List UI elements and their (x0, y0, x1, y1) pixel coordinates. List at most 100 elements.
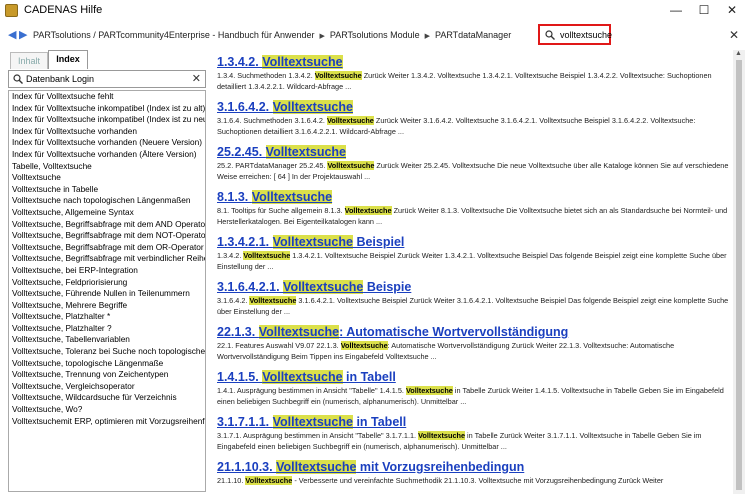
sidebar: Inhalt Index Datenbank Login ✕ Index für… (6, 50, 206, 494)
index-list-item[interactable]: Volltextsuche, bei ERP-Integration (9, 265, 205, 277)
snippet-prefix: 3.1.6.4. Suchmethoden 3.1.6.4.2. (217, 116, 327, 125)
result-title-rest: in Tabell (352, 415, 407, 429)
index-list-item[interactable]: Volltextsuche, Wo? (9, 404, 205, 416)
index-list-item[interactable]: Volltextsuche, Platzhalter * (9, 311, 205, 323)
tab-index[interactable]: Index (48, 50, 88, 69)
snippet-hit: Volltextsuche (344, 206, 392, 215)
snippet-hit: Volltextsuche (243, 251, 291, 260)
index-search-value: Datenbank Login (26, 74, 95, 84)
snippet-hit: Volltextsuche (418, 431, 466, 440)
index-list-item[interactable]: Volltextsuche, Führende Nullen in Teilen… (9, 288, 205, 300)
index-list-item[interactable]: Index für Volltextsuche inkompatibel (In… (9, 114, 205, 126)
index-list-item[interactable]: Index für Volltextsuche vorhanden (9, 126, 205, 138)
snippet-rest: - Verbesserte und vereinfachte Suchmetho… (292, 476, 664, 485)
index-list-item[interactable]: Volltextsuche in Tabelle (9, 184, 205, 196)
breadcrumb-item-handbuch[interactable]: PARTsolutions / PARTcommunity4Enterprise… (33, 30, 314, 40)
index-list-item[interactable]: Volltextsuche, Trennung von Zeichentypen (9, 369, 205, 381)
index-list-item[interactable]: Index für Volltextsuche vorhanden (Älter… (9, 149, 205, 161)
index-list-item[interactable]: Volltextsuche (9, 172, 205, 184)
index-list-item[interactable]: Volltextsuche, Vergleichsoperator (9, 381, 205, 393)
scroll-up-icon[interactable]: ▲ (735, 50, 742, 57)
result-title-number: 1.3.4.2. (217, 55, 263, 69)
index-list-item[interactable]: Volltextsuche, Allgemeine Syntax (9, 207, 205, 219)
result-title-link[interactable]: 1.4.1.5. Volltextsuche in Tabell (217, 370, 729, 384)
clear-search-icon[interactable]: ✕ (729, 28, 739, 42)
search-result: 3.1.7.1.1. Volltextsuche in Tabell 3.1.7.… (217, 415, 729, 452)
breadcrumb-separator-icon: ▶ (319, 33, 325, 40)
back-arrow-icon[interactable]: ◀ (8, 28, 16, 41)
result-title-hit: Volltextsuche (272, 235, 353, 249)
result-title-link[interactable]: 3.1.7.1.1. Volltextsuche in Tabell (217, 415, 729, 429)
result-title-rest: : Automatische Wortvervollständigung (339, 325, 569, 339)
index-list-item[interactable]: Volltextsuche, Begriffsabfrage mit dem O… (9, 242, 205, 254)
result-title-link[interactable]: 25.2.45. Volltextsuche (217, 145, 729, 159)
result-title-number: 21.1.10.3. (217, 460, 277, 474)
index-list-item[interactable]: Volltextsuche, Mehrere Begriffe (9, 300, 205, 312)
search-result: 1.3.4.2. Volltextsuche 1.3.4. Suchmethode… (217, 55, 729, 92)
search-input[interactable]: volltextsuche (538, 24, 612, 45)
result-snippet: 25.2. PARTdataManager 25.2.45. Volltexts… (217, 161, 729, 182)
search-icon (13, 74, 23, 84)
close-button[interactable]: ✕ (714, 0, 750, 22)
index-list-item[interactable]: Volltextsuche, Feldpriorisierung (9, 277, 205, 289)
result-title-link[interactable]: 22.1.3. Volltextsuche: Automatische Wort… (217, 325, 729, 339)
snippet-prefix: 3.1.7.1. Ausprägung bestimmen in Ansicht… (217, 431, 419, 440)
breadcrumb-item-module[interactable]: PARTsolutions Module (330, 30, 420, 40)
window-title: CADENAS Hilfe (24, 4, 103, 16)
result-title-number: 3.1.6.4.2. (217, 100, 273, 114)
search-result: 1.3.4.2.1. Volltextsuche Beispiel 1.3.4.2… (217, 235, 729, 272)
result-title-hit: Volltextsuche (283, 280, 364, 294)
index-list-item[interactable]: Volltextsuche, Tabellenvariablen (9, 334, 205, 346)
index-list[interactable]: Index für Volltextsuche fehlt Index für V… (8, 90, 206, 492)
snippet-hit: Volltextsuche (326, 116, 374, 125)
result-title-number: 25.2.45. (217, 145, 266, 159)
scrollbar[interactable]: ▲ (733, 50, 745, 494)
result-title-link[interactable]: 3.1.6.4.2.1. Volltextsuche Beispie (217, 280, 729, 294)
title-bar: CADENAS Hilfe — ☐ ✕ (0, 0, 750, 22)
result-snippet: 21.1.10. Volltextsuche - Verbesserte und… (217, 476, 729, 487)
snippet-hit: Volltextsuche (245, 476, 293, 485)
result-title-link[interactable]: 8.1.3. Volltextsuche (217, 190, 729, 204)
index-list-item[interactable]: Tabelle, Volltextsuche (9, 161, 205, 173)
index-list-item[interactable]: Volltextsuche, Wildcardsuche für Verzeic… (9, 392, 205, 404)
snippet-hit: Volltextsuche (314, 71, 362, 80)
index-list-item[interactable]: Volltextsuche, topologische Längenmaße (9, 358, 205, 370)
tab-inhalt[interactable]: Inhalt (10, 52, 48, 69)
result-title-number: 3.1.6.4.2.1. (217, 280, 284, 294)
app-icon (5, 4, 18, 17)
result-title-rest: Beispiel (352, 235, 405, 249)
snippet-prefix: 3.1.6.4.2. (217, 296, 250, 305)
index-list-item[interactable]: Volltextsuche, Platzhalter ? (9, 323, 205, 335)
result-title-link[interactable]: 1.3.4.2. Volltextsuche (217, 55, 729, 69)
index-list-item[interactable]: Volltextsuche nach topologischen Längenm… (9, 195, 205, 207)
index-list-item[interactable]: Index für Volltextsuche inkompatibel (In… (9, 103, 205, 115)
index-list-item[interactable]: Index für Volltextsuche fehlt (9, 91, 205, 103)
snippet-hit: Volltextsuche (327, 161, 375, 170)
result-title-link[interactable]: 21.1.10.3. Volltextsuche mit Vorzugsreih… (217, 460, 729, 474)
result-title-rest: in Tabell (342, 370, 396, 384)
result-title-hit: Volltextsuche (251, 190, 333, 204)
scrollbar-thumb[interactable] (736, 60, 742, 490)
result-title-hit: Volltextsuche (272, 415, 353, 429)
index-list-item[interactable]: Volltextsuche, Begriffsabfrage mit verbi… (9, 253, 205, 265)
result-snippet: 3.1.6.4.2. Volltextsuche 3.1.6.4.2.1. Vo… (217, 296, 729, 317)
result-title-number: 1.4.1.5. (217, 370, 263, 384)
forward-arrow-icon[interactable]: ▶ (19, 28, 27, 41)
breadcrumb-separator-icon: ▶ (424, 33, 430, 40)
index-list-item[interactable]: Volltextsuchemit ERP, optimieren mit Vor… (9, 416, 205, 428)
index-search-input[interactable]: Datenbank Login ✕ (8, 70, 206, 88)
result-title-number: 22.1.3. (217, 325, 259, 339)
index-list-item[interactable]: Index für Volltextsuche vorhanden (Neuer… (9, 137, 205, 149)
snippet-prefix: 22.1. Features Auswahl V9.07 22.1.3. (217, 341, 341, 350)
result-title-link[interactable]: 1.3.4.2.1. Volltextsuche Beispiel (217, 235, 729, 249)
result-title-link[interactable]: 3.1.6.4.2. Volltextsuche (217, 100, 729, 114)
result-title-number: 8.1.3. (217, 190, 252, 204)
result-title-hit: Volltextsuche (262, 370, 343, 384)
clear-index-search-icon[interactable]: ✕ (192, 72, 201, 85)
snippet-prefix: 21.1.10. (217, 476, 246, 485)
index-list-item[interactable]: Volltextsuche, Begriffsabfrage mit dem A… (9, 219, 205, 231)
result-snippet: 8.1. Tooltips für Suche allgemein 8.1.3.… (217, 206, 729, 227)
index-list-item[interactable]: Volltextsuche, Begriffsabfrage mit dem N… (9, 230, 205, 242)
breadcrumb-item-partdatamanager[interactable]: PARTdataManager (435, 30, 511, 40)
index-list-item[interactable]: Volltextsuche, Toleranz bei Suche noch t… (9, 346, 205, 358)
